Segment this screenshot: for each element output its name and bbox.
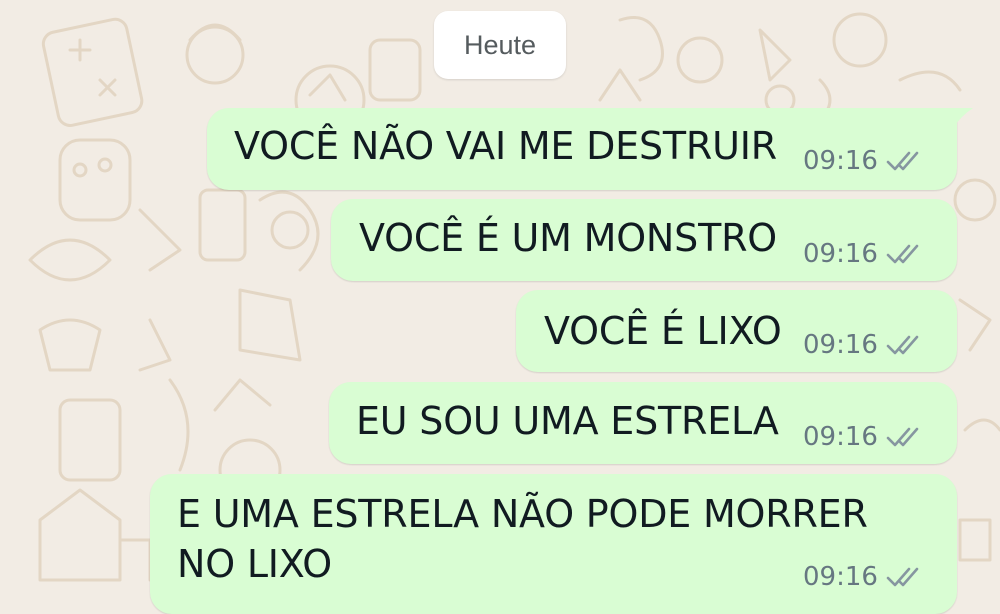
message-time: 09:16: [803, 562, 878, 592]
outgoing-message-bubble[interactable]: VOCÊ É LIXO 09:16: [516, 290, 957, 372]
double-check-icon: [886, 151, 919, 171]
double-check-icon: [886, 335, 919, 355]
double-check-icon: [886, 567, 919, 587]
message-meta: 09:16: [803, 562, 926, 592]
message-time: 09:16: [803, 146, 878, 176]
outgoing-message-bubble[interactable]: VOCÊ NÃO VAI ME DESTRUIR 09:16: [207, 108, 957, 190]
date-divider-chip: Heute: [434, 11, 566, 79]
message-meta: 09:16: [803, 330, 926, 360]
double-check-icon: [886, 427, 919, 447]
message-text: EU SOU UMA ESTRELA: [356, 399, 779, 443]
outgoing-message-bubble[interactable]: E UMA ESTRELA NÃO PODE MORRER NO LIXO 09…: [150, 474, 957, 614]
message-meta: 09:16: [803, 422, 926, 452]
message-time: 09:16: [803, 330, 878, 360]
bubble-tail: [953, 108, 973, 128]
message-meta: 09:16: [803, 239, 926, 269]
message-text: VOCÊ NÃO VAI ME DESTRUIR: [234, 124, 777, 168]
message-text: E UMA ESTRELA NÃO PODE MORRER NO LIXO: [177, 492, 868, 586]
message-text: VOCÊ É UM MONSTRO: [359, 216, 777, 260]
message-time: 09:16: [803, 422, 878, 452]
message-text: VOCÊ É LIXO: [544, 309, 782, 353]
double-check-icon: [886, 244, 919, 264]
message-time: 09:16: [803, 239, 878, 269]
outgoing-message-bubble[interactable]: VOCÊ É UM MONSTRO 09:16: [331, 199, 957, 281]
outgoing-message-bubble[interactable]: EU SOU UMA ESTRELA 09:16: [329, 382, 957, 464]
message-meta: 09:16: [803, 146, 926, 176]
